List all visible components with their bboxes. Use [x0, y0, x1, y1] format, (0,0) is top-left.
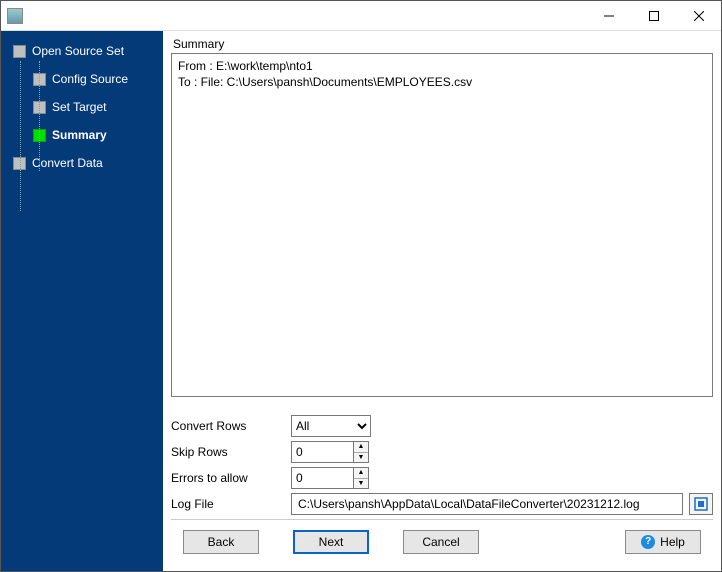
cancel-button[interactable]: Cancel — [403, 530, 479, 554]
spin-up-icon[interactable]: ▲ — [354, 468, 368, 479]
maximize-button[interactable] — [631, 1, 676, 30]
convert-rows-select[interactable]: All — [291, 415, 371, 437]
errors-to-allow-spinner[interactable]: ▲ ▼ — [291, 467, 369, 489]
wizard-footer: Back Next Cancel ? Help — [171, 519, 713, 563]
summary-line-from: From : E:\work\temp\nto1 — [178, 58, 706, 74]
sidebar-item-open-source-set[interactable]: Open Source Set — [1, 41, 163, 61]
log-file-input[interactable] — [291, 493, 683, 515]
summary-line-to: To : File: C:\Users\pansh\Documents\EMPL… — [178, 74, 706, 90]
titlebar — [1, 1, 721, 31]
help-icon: ? — [641, 535, 655, 549]
summary-text-area[interactable]: From : E:\work\temp\nto1 To : File: C:\U… — [171, 53, 713, 397]
close-button[interactable] — [676, 1, 721, 30]
sidebar-item-label: Open Source Set — [32, 44, 124, 58]
log-file-browse-button[interactable] — [689, 493, 713, 515]
help-button[interactable]: ? Help — [625, 530, 701, 554]
sidebar-item-label: Set Target — [52, 100, 106, 114]
skip-rows-label: Skip Rows — [171, 445, 291, 459]
minimize-button[interactable] — [586, 1, 631, 30]
browse-icon — [694, 497, 708, 511]
spin-down-icon[interactable]: ▼ — [354, 453, 368, 463]
spin-down-icon[interactable]: ▼ — [354, 479, 368, 489]
errors-to-allow-input[interactable] — [291, 467, 353, 489]
convert-rows-label: Convert Rows — [171, 419, 291, 433]
spin-up-icon[interactable]: ▲ — [354, 442, 368, 453]
section-title: Summary — [173, 37, 713, 51]
app-icon — [7, 8, 23, 24]
step-icon — [13, 45, 26, 58]
wizard-sidebar: Open Source Set Config Source Set Target… — [1, 31, 163, 571]
errors-to-allow-label: Errors to allow — [171, 471, 291, 485]
sidebar-item-label: Summary — [52, 128, 107, 142]
skip-rows-input[interactable] — [291, 441, 353, 463]
options-panel: Convert Rows All Skip Rows ▲ ▼ — [171, 411, 713, 519]
next-button[interactable]: Next — [293, 530, 369, 554]
skip-rows-spinner[interactable]: ▲ ▼ — [291, 441, 369, 463]
sidebar-item-label: Config Source — [52, 72, 128, 86]
app-window: Open Source Set Config Source Set Target… — [0, 0, 722, 572]
back-button[interactable]: Back — [183, 530, 259, 554]
sidebar-item-label: Convert Data — [32, 156, 103, 170]
log-file-label: Log File — [171, 497, 291, 511]
main-panel: Summary From : E:\work\temp\nto1 To : Fi… — [163, 31, 721, 571]
